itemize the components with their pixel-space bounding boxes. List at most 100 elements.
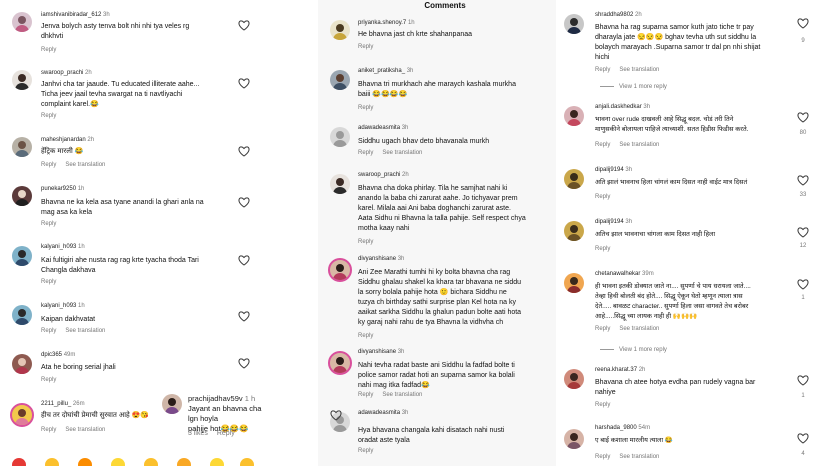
like-heart-icon[interactable] xyxy=(238,20,250,31)
comment-username[interactable]: shraddha9802 xyxy=(595,12,633,18)
avatar[interactable] xyxy=(12,186,32,206)
see-translation-link[interactable]: See translation xyxy=(619,326,659,332)
comment-username[interactable]: adawadeasmita xyxy=(358,125,400,131)
comment-username[interactable]: dipalij9194 xyxy=(595,167,624,173)
view-more-replies-link[interactable]: View 1 more reply xyxy=(600,84,667,90)
avatar[interactable] xyxy=(564,221,584,241)
heart-emoji-icon[interactable] xyxy=(12,458,26,466)
like-heart-icon[interactable] xyxy=(330,410,342,421)
reply-button[interactable]: Reply xyxy=(358,448,373,454)
avatar[interactable] xyxy=(12,305,32,325)
reply-button[interactable]: Reply xyxy=(217,430,235,437)
reply-button[interactable]: Reply xyxy=(595,454,610,460)
comment-username[interactable]: maheshjanardan xyxy=(41,137,86,143)
comment-username[interactable]: dipalij9194 xyxy=(595,219,624,225)
see-translation-link[interactable]: See translation xyxy=(619,142,659,148)
reply-button[interactable]: Reply xyxy=(358,392,373,398)
comment-username[interactable]: kalyani_h093 xyxy=(41,244,76,250)
fire-emoji-icon[interactable] xyxy=(78,458,92,466)
reply-button[interactable]: Reply xyxy=(358,150,373,156)
comment-username[interactable]: reena.kharat.37 xyxy=(595,367,637,373)
reply-button[interactable]: Reply xyxy=(595,194,610,200)
see-translation-link[interactable]: See translation xyxy=(382,150,422,156)
reply-button[interactable]: Reply xyxy=(595,142,610,148)
see-translation-link[interactable]: See translation xyxy=(382,392,422,398)
avatar[interactable] xyxy=(564,273,584,293)
clap-emoji-icon[interactable] xyxy=(111,458,125,466)
reply-button[interactable]: Reply xyxy=(595,402,610,408)
comment-username[interactable]: aniket_pratiksha_ xyxy=(358,68,405,74)
avatar[interactable] xyxy=(12,12,32,32)
reply-button[interactable]: Reply xyxy=(41,47,56,53)
avatar[interactable] xyxy=(330,127,350,147)
comment-username[interactable]: dpic365 xyxy=(41,352,62,358)
see-translation-link[interactable]: See translation xyxy=(619,454,659,460)
comment-username[interactable]: prachijadhav59v xyxy=(188,394,243,403)
avatar[interactable] xyxy=(330,174,350,194)
like-heart-icon[interactable] xyxy=(797,175,809,186)
comment-username[interactable]: swaroop_prachi xyxy=(358,172,400,178)
avatar[interactable] xyxy=(12,137,32,157)
comment-username[interactable]: swaroop_prachi xyxy=(41,70,83,76)
avatar[interactable] xyxy=(330,70,350,90)
avatar[interactable] xyxy=(12,354,32,374)
reply-button[interactable]: Reply xyxy=(595,326,610,332)
avatar[interactable] xyxy=(330,20,350,40)
grin-emoji-icon[interactable] xyxy=(144,458,158,466)
avatar[interactable] xyxy=(328,351,352,375)
comment-username[interactable]: adawadeasmita xyxy=(358,410,400,416)
reply-button[interactable]: Reply xyxy=(595,67,610,73)
comment-username[interactable]: divyanshisane xyxy=(358,256,396,262)
like-heart-icon[interactable] xyxy=(238,78,250,89)
reply-button[interactable]: Reply xyxy=(358,239,373,245)
heart-eyes-emoji-icon[interactable] xyxy=(177,458,191,466)
reply-button[interactable]: Reply xyxy=(595,246,610,252)
like-heart-icon[interactable] xyxy=(238,255,250,266)
comment-username[interactable]: chetanawalhekar xyxy=(595,271,640,277)
reply-button[interactable]: Reply xyxy=(358,44,373,50)
reply-button[interactable]: Reply xyxy=(41,113,56,119)
avatar[interactable] xyxy=(328,258,352,282)
wow-emoji-icon[interactable] xyxy=(210,458,224,466)
reply-button[interactable]: Reply xyxy=(41,162,56,168)
avatar[interactable] xyxy=(564,369,584,389)
like-heart-icon[interactable] xyxy=(797,227,809,238)
like-heart-icon[interactable] xyxy=(797,112,809,123)
see-translation-link[interactable]: See translation xyxy=(65,162,105,168)
like-heart-icon[interactable] xyxy=(797,375,809,386)
avatar[interactable] xyxy=(564,14,584,34)
avatar[interactable] xyxy=(12,70,32,90)
reply-button[interactable]: Reply xyxy=(41,221,56,227)
avatar[interactable] xyxy=(564,169,584,189)
comment-username[interactable]: divyanshisane xyxy=(358,349,396,355)
view-more-replies-link[interactable]: View 1 more reply xyxy=(600,347,667,353)
avatar[interactable] xyxy=(10,403,34,427)
avatar[interactable] xyxy=(162,394,182,414)
see-translation-link[interactable]: See translation xyxy=(619,67,659,73)
like-heart-icon[interactable] xyxy=(238,197,250,208)
like-heart-icon[interactable] xyxy=(238,358,250,369)
comment-username[interactable]: 2211_pillu_ xyxy=(41,401,71,407)
like-heart-icon[interactable] xyxy=(797,18,809,29)
avatar[interactable] xyxy=(564,106,584,126)
reply-button[interactable]: Reply xyxy=(41,279,56,285)
reply-button[interactable]: Reply xyxy=(41,377,56,383)
see-translation-link[interactable]: See translation xyxy=(65,427,105,433)
like-heart-icon[interactable] xyxy=(797,433,809,444)
reply-button[interactable]: Reply xyxy=(41,427,56,433)
comment-username[interactable]: iamshivanibiradar_612 xyxy=(41,12,101,18)
comment-username[interactable]: priyanka.shenoy.7 xyxy=(358,20,406,26)
reply-button[interactable]: Reply xyxy=(358,105,373,111)
avatar[interactable] xyxy=(12,246,32,266)
tears-of-joy-emoji-icon[interactable] xyxy=(45,458,59,466)
see-translation-link[interactable]: See translation xyxy=(65,328,105,334)
comment-username[interactable]: punekar9250 xyxy=(41,186,76,192)
comment-username[interactable]: anjali.daskhedkar xyxy=(595,104,642,110)
comment-username[interactable]: harshada_9800 xyxy=(595,425,637,431)
avatar[interactable] xyxy=(564,429,584,449)
reply-button[interactable]: Reply xyxy=(358,333,373,339)
reply-button[interactable]: Reply xyxy=(41,328,56,334)
laugh-emoji-icon[interactable] xyxy=(240,458,254,466)
like-heart-icon[interactable] xyxy=(238,146,250,157)
comment-username[interactable]: kalyani_h093 xyxy=(41,303,76,309)
